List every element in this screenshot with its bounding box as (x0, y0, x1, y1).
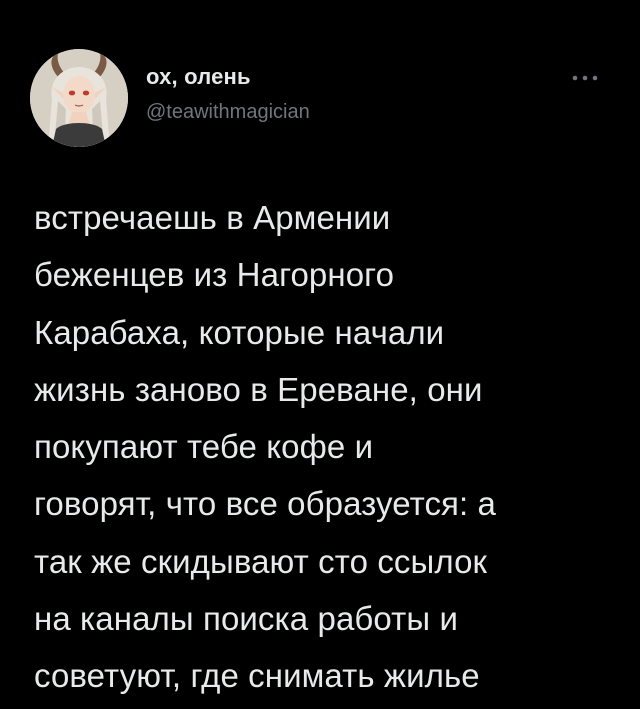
avatar[interactable] (30, 49, 128, 147)
tweet: ох, олень @teawithmagician встречаешь в … (0, 0, 640, 709)
author-handle[interactable]: @teawithmagician (146, 101, 310, 124)
tweet-text: встречаешь в Армении беженцев из Нагорно… (34, 199, 497, 695)
more-horizontal-icon[interactable] (565, 64, 605, 92)
author-display-name[interactable]: ох, олень (146, 64, 251, 90)
avatar-illustration (30, 49, 128, 147)
